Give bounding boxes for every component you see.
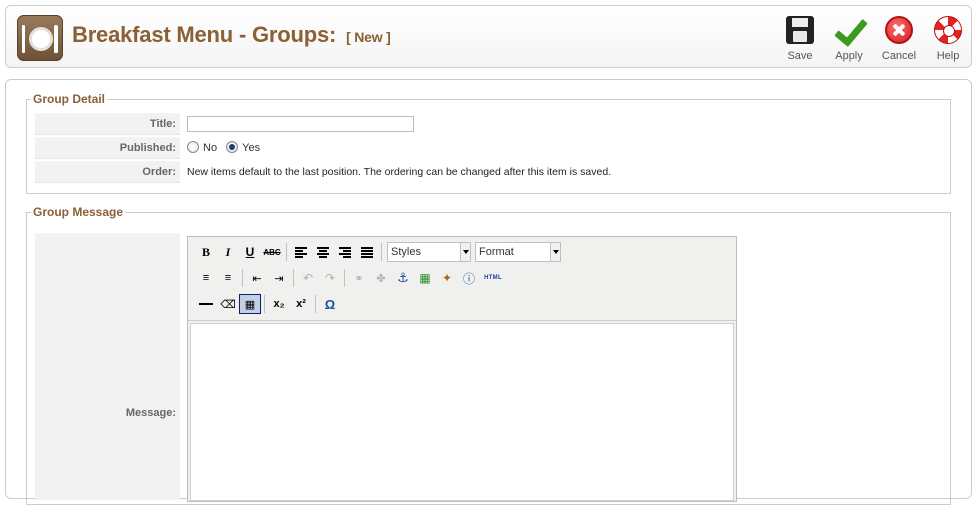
italic-icon[interactable]: I [217,242,239,262]
page-title-text: Breakfast Menu - Groups: [72,22,337,47]
image-icon[interactable]: ▦ [414,268,436,288]
underline-icon[interactable]: U [239,242,261,262]
group-detail-fieldset: Group Detail Title: Published: No Yes Or… [26,92,951,194]
table-icon[interactable]: ▦ [239,294,261,314]
cleanup-icon[interactable]: ✦ [436,268,458,288]
link-icon[interactable]: ⚭ [348,268,370,288]
chevron-down-icon [550,243,560,261]
align-left-icon[interactable] [290,242,312,262]
message-label-cell: Message: [35,233,180,500]
special-character-icon[interactable]: Ω [319,294,341,314]
help-button[interactable]: Help [926,16,970,68]
title-row: Title: [35,113,945,135]
title-label: Title: [35,113,180,135]
published-yes-label: Yes [242,142,261,154]
chevron-down-icon [460,243,470,261]
apply-button[interactable]: Apply [827,16,871,68]
group-message-fieldset: Group Message Message: B I U ABC Styles … [26,205,951,505]
strikethrough-icon[interactable]: ABC [261,242,283,262]
cancel-icon [885,16,913,44]
format-select[interactable]: Format [475,242,561,262]
align-center-icon[interactable] [312,242,334,262]
styles-select[interactable]: Styles [387,242,471,262]
styles-select-value: Styles [391,246,421,258]
cancel-label: Cancel [881,50,917,62]
help-icon[interactable]: ⓘ [458,268,480,288]
rich-text-editor: B I U ABC Styles Format ≡ ≡ ⇤ ⇥ ↶ ↷ ⚭ ✤ … [187,236,737,502]
title-input[interactable] [187,116,414,132]
group-message-legend: Group Message [33,205,124,219]
bold-icon[interactable]: B [195,242,217,262]
anchor-icon[interactable]: ⚓ [392,268,414,288]
outdent-icon[interactable]: ⇤ [246,268,268,288]
indent-icon[interactable]: ⇥ [268,268,290,288]
align-right-icon[interactable] [334,242,356,262]
group-detail-legend: Group Detail [33,92,106,106]
save-icon [786,16,814,44]
editor-toolbar: B I U ABC Styles Format ≡ ≡ ⇤ ⇥ ↶ ↷ ⚭ ✤ … [188,237,736,321]
eraser-icon[interactable]: ⌫ [217,294,239,314]
published-row: Published: No Yes [35,137,945,159]
redo-icon[interactable]: ↷ [319,268,341,288]
html-source-button[interactable]: HTML [480,268,506,288]
published-no-radio[interactable] [187,141,199,153]
bullet-list-icon[interactable]: ≡ [195,268,217,288]
apply-icon [835,16,863,44]
numbered-list-icon[interactable]: ≡ [217,268,239,288]
cancel-button[interactable]: Cancel [877,16,921,68]
help-label: Help [936,50,960,62]
published-no-label: No [203,142,218,154]
unlink-icon[interactable]: ✤ [370,268,392,288]
order-text: New items default to the last position. … [187,166,612,178]
message-editor-area[interactable] [190,323,734,501]
content-area: Group Detail Title: Published: No Yes Or… [5,79,972,505]
save-button[interactable]: Save [778,16,822,68]
page-title-status: [ New ] [346,29,391,45]
page-title: Breakfast Menu - Groups: [ New ] [72,22,391,48]
format-select-value: Format [479,246,514,258]
published-yes-radio[interactable] [226,141,239,153]
message-label: Message: [125,407,176,419]
breakfast-menu-icon [17,15,63,61]
save-label: Save [787,50,813,62]
toolbar-header: Breakfast Menu - Groups: [ New ] Save Ap… [5,5,972,68]
help-icon [934,16,962,44]
undo-icon[interactable]: ↶ [297,268,319,288]
align-justify-icon[interactable] [356,242,378,262]
horizontal-rule-icon[interactable] [195,294,217,314]
subscript-icon[interactable]: x₂ [268,294,290,314]
published-label: Published: [35,137,180,159]
superscript-icon[interactable]: x² [290,294,312,314]
apply-label: Apply [835,50,863,62]
order-label: Order: [35,161,180,183]
order-row: Order: New items default to the last pos… [35,161,945,183]
